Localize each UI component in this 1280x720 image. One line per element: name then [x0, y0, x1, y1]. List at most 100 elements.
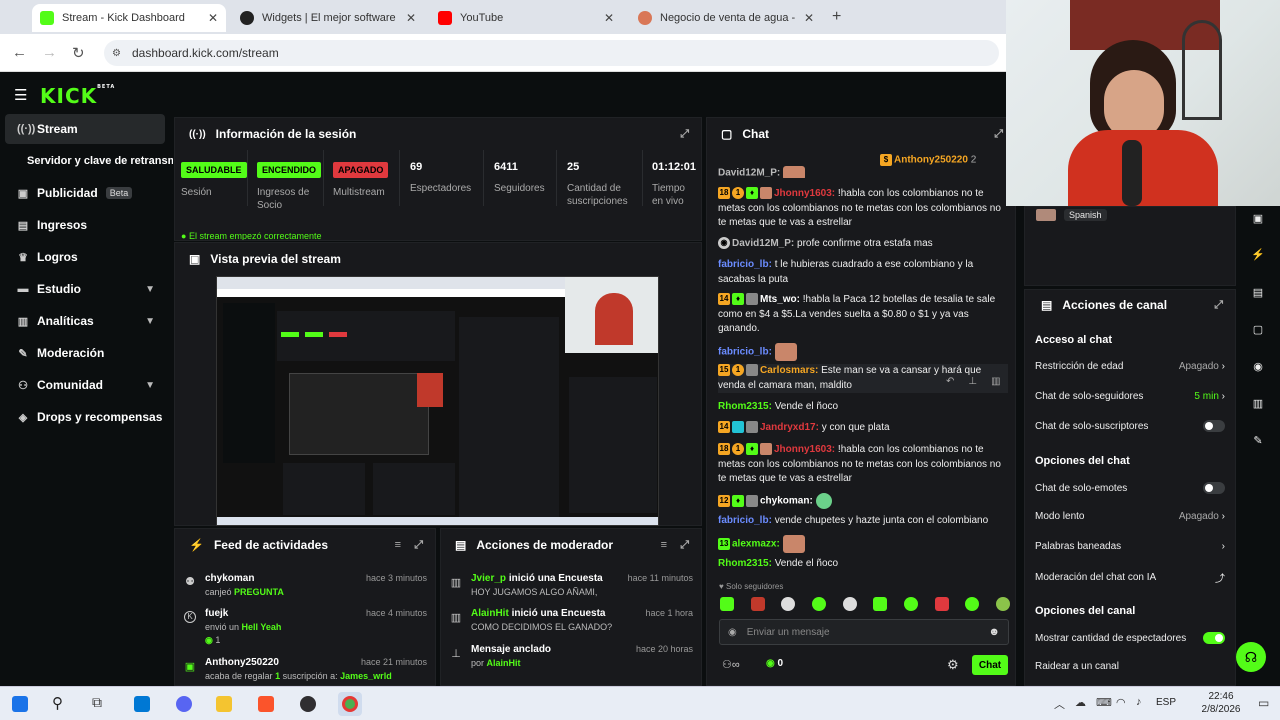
- points-icon[interactable]: ⚇∞: [722, 658, 740, 671]
- chat-message[interactable]: Rhom2315: Vende el ñoco: [718, 557, 1008, 572]
- wrench-icon[interactable]: ✎: [1250, 434, 1266, 450]
- popout-icon[interactable]: ⤢: [994, 128, 1003, 141]
- support-headset-icon[interactable]: ☊: [1236, 642, 1266, 672]
- chat-message[interactable]: 12 ♦ chykoman:: [718, 493, 1008, 509]
- pinned-gifter[interactable]: $ Anthony250220 2: [880, 154, 976, 166]
- chat-bubble-icon[interactable]: ▢: [1250, 323, 1266, 339]
- search-icon[interactable]: ⚲: [52, 694, 63, 712]
- sidebar-item-ingresos[interactable]: ▤ Ingresos: [5, 210, 165, 240]
- chat-user[interactable]: Jhonny1603:: [774, 444, 835, 455]
- site-info-icon[interactable]: ⚙: [112, 48, 121, 59]
- forward-icon[interactable]: →: [42, 44, 57, 61]
- discord-icon[interactable]: [176, 696, 192, 712]
- popout-icon[interactable]: ⤢: [1214, 299, 1223, 312]
- pin-icon[interactable]: ⊥: [968, 376, 977, 387]
- chat-user[interactable]: chykoman:: [760, 496, 813, 507]
- reply-icon[interactable]: ↶: [946, 376, 954, 387]
- sidebar-item-servidor[interactable]: Servidor y clave de retransm: [5, 146, 173, 176]
- chat-user[interactable]: David12M_P:: [732, 238, 794, 249]
- chat-message[interactable]: fabricio_lb:: [718, 343, 1008, 361]
- banned-words-row[interactable]: Palabras baneadas ›: [1035, 541, 1225, 552]
- broadcast-icon[interactable]: ◉: [1250, 360, 1266, 376]
- send-chat-button[interactable]: Chat: [972, 655, 1008, 675]
- chat-user[interactable]: fabricio_lb:: [718, 259, 772, 270]
- kick-points[interactable]: ◉ 0: [766, 658, 783, 669]
- sidebar-item-estudio[interactable]: ▬ Estudio ▼: [5, 274, 165, 304]
- raid-row[interactable]: Raidear a un canal: [1035, 661, 1225, 672]
- shield-icon[interactable]: ▥: [1250, 397, 1266, 413]
- chat-user[interactable]: Mts_wo:: [760, 294, 800, 305]
- emote-quick-8[interactable]: [934, 597, 949, 611]
- emotes-only-toggle[interactable]: [1203, 482, 1225, 494]
- emote-quick-1[interactable]: [720, 597, 734, 611]
- back-icon[interactable]: ←: [12, 44, 27, 61]
- sidebar-item-logros[interactable]: ♛ Logros: [5, 242, 165, 272]
- wifi-icon[interactable]: ◠: [1116, 696, 1126, 709]
- chat-user[interactable]: fabricio_lb:: [718, 347, 772, 358]
- chrome-icon[interactable]: [342, 696, 358, 712]
- sidebar-item-analiticas[interactable]: ▥ Analíticas ▼: [5, 306, 165, 336]
- close-tab-icon[interactable]: ✕: [406, 11, 416, 25]
- close-tab-icon[interactable]: ✕: [208, 11, 218, 25]
- volume-icon[interactable]: ♪: [1136, 696, 1142, 708]
- hamburger-menu-icon[interactable]: ☰: [14, 86, 27, 104]
- user-badge-icon[interactable]: ◉: [728, 627, 737, 638]
- popout-icon[interactable]: ⤢: [680, 539, 689, 552]
- document-icon[interactable]: ▤: [1250, 286, 1266, 302]
- browser-tab-youtube[interactable]: YouTube ✕: [430, 4, 622, 32]
- chat-user[interactable]: Jandryxd17:: [760, 422, 819, 433]
- chat-message[interactable]: David12M_P:: [718, 166, 1008, 178]
- chat-user[interactable]: Rhom2315:: [718, 558, 772, 569]
- windows-start-icon[interactable]: [12, 696, 28, 712]
- chat-input[interactable]: ◉ Enviar un mensaje ☻: [719, 619, 1009, 645]
- show-viewers-toggle[interactable]: [1203, 632, 1225, 644]
- kick-logo[interactable]: KICKBETA: [40, 84, 115, 108]
- chat-message[interactable]: fabricio_lb: vende chupetes y hazte junt…: [718, 514, 1008, 529]
- emote-quick-6[interactable]: [873, 597, 888, 611]
- screen-icon[interactable]: ▣: [1250, 212, 1266, 228]
- new-tab-icon[interactable]: +: [832, 8, 841, 26]
- brave-icon[interactable]: [258, 696, 274, 712]
- chat-user[interactable]: Jhonny1603:: [774, 188, 835, 199]
- sidebar-item-stream[interactable]: ((·)) Stream: [5, 114, 165, 144]
- emote-quick-3[interactable]: [781, 597, 796, 611]
- chat-message[interactable]: ◉ David12M_P: profe confirme otra estafa …: [718, 237, 1008, 252]
- chat-user[interactable]: alexmazx:: [732, 539, 780, 550]
- chat-user[interactable]: fabricio_lb:: [718, 515, 772, 526]
- trash-icon[interactable]: ▥: [991, 376, 1000, 387]
- chat-message[interactable]: 13 alexmazx:: [718, 535, 1008, 553]
- slow-mode-row[interactable]: Modo lento Apagado ›: [1035, 511, 1225, 522]
- chat-user[interactable]: Carlosmars:: [760, 365, 818, 376]
- chat-user[interactable]: Rhom2315:: [718, 401, 772, 412]
- close-tab-icon[interactable]: ✕: [604, 11, 614, 25]
- filter-icon[interactable]: ≡: [395, 539, 401, 551]
- obs-icon[interactable]: [300, 696, 316, 712]
- chat-message[interactable]: 18 1 ♦ Jhonny1603: !habla con los colombian…: [718, 187, 1008, 231]
- keyboard-icon[interactable]: ⌨: [1096, 696, 1112, 709]
- filter-icon[interactable]: ≡: [661, 539, 667, 551]
- ai-moderation-row[interactable]: Moderación del chat con IA ⤴: [1035, 570, 1225, 585]
- settings-gear-icon[interactable]: ⚙: [947, 657, 959, 673]
- chat-message[interactable]: fabricio_lb: t le hubieras cuadrado a es…: [718, 258, 1008, 287]
- sidebar-item-publicidad[interactable]: ▣ Publicidad Beta: [5, 178, 165, 208]
- emote-quick-10[interactable]: [995, 597, 1010, 611]
- stream-preview-video[interactable]: [216, 276, 659, 526]
- chat-message[interactable]: 14 Jandryxd17: y con que plata: [718, 421, 1008, 436]
- age-restriction-row[interactable]: Restricción de edad Apagado ›: [1035, 361, 1225, 372]
- emote-quick-4[interactable]: [811, 597, 826, 611]
- file-explorer-icon[interactable]: [216, 696, 232, 712]
- followers-only-row[interactable]: Chat de solo-seguidores 5 min ›: [1035, 391, 1225, 402]
- emote-quick-2[interactable]: [750, 597, 765, 611]
- url-input[interactable]: dashboard.kick.com/stream: [104, 40, 999, 66]
- store-icon[interactable]: [134, 696, 150, 712]
- browser-tab-widgets[interactable]: Widgets | El mejor software par ✕: [232, 4, 424, 32]
- sidebar-item-drops[interactable]: ◈ Drops y recompensas: [5, 402, 165, 432]
- chat-message[interactable]: Rhom2315: Vende el ñoco: [718, 400, 1008, 415]
- tray-chevron-icon[interactable]: ︿: [1054, 696, 1065, 712]
- subs-only-toggle[interactable]: [1203, 420, 1225, 432]
- emote-quick-5[interactable]: [842, 597, 857, 611]
- sidebar-item-moderacion[interactable]: ✎ Moderación: [5, 338, 165, 368]
- popout-icon[interactable]: ⤢: [680, 128, 689, 141]
- sidebar-item-comunidad[interactable]: ⚇ Comunidad ▼: [5, 370, 165, 400]
- chat-message[interactable]: 18 1 ♦ Jhonny1603: !habla con los colombian…: [718, 443, 1008, 487]
